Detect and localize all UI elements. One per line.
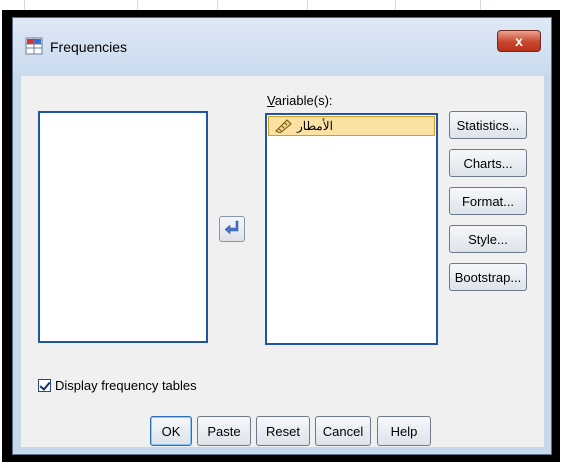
bootstrap-button-label: Bootstrap... [454, 269, 522, 285]
format-button-label: Format... [461, 193, 514, 209]
help-button[interactable]: Help [377, 416, 431, 446]
target-list-label-text: ariable(s): [274, 93, 333, 108]
ok-button-label: OK [161, 423, 181, 439]
statistics-button-label: Statistics... [456, 117, 520, 133]
paste-button-label: Paste [207, 423, 241, 439]
variable-name: الأمطار [297, 119, 333, 133]
frequencies-dialog: Frequencies x Variable(s): الأمطار Stati… [12, 17, 552, 455]
format-button[interactable]: Format... [449, 187, 527, 215]
target-variable-list[interactable]: الأمطار [265, 113, 438, 345]
style-button-label: Style... [468, 231, 508, 247]
frequencies-app-icon [25, 37, 43, 55]
list-item[interactable]: الأمطار [268, 116, 435, 136]
close-button[interactable]: x [497, 30, 541, 52]
style-button[interactable]: Style... [449, 225, 527, 253]
cancel-button-label: Cancel [322, 423, 364, 439]
cancel-button[interactable]: Cancel [315, 416, 371, 446]
close-icon: x [515, 33, 523, 49]
bootstrap-button[interactable]: Bootstrap... [449, 263, 527, 291]
title-bar[interactable]: Frequencies x [13, 18, 551, 76]
paste-button[interactable]: Paste [197, 416, 251, 446]
display-frequency-tables-option[interactable]: Display frequency tables [38, 378, 197, 393]
dialog-body: Variable(s): الأمطار Statistics... Chart… [21, 76, 544, 447]
target-list-label: Variable(s): [267, 93, 333, 108]
reset-button-label: Reset [266, 423, 300, 439]
statistics-button[interactable]: Statistics... [449, 111, 527, 139]
ok-button[interactable]: OK [150, 416, 192, 446]
charts-button[interactable]: Charts... [449, 149, 527, 177]
display-frequency-tables-checkbox[interactable] [38, 379, 51, 392]
source-variable-list[interactable] [38, 111, 208, 343]
charts-button-label: Charts... [463, 155, 513, 171]
move-arrow-icon [224, 219, 240, 240]
display-frequency-tables-label: Display frequency tables [55, 378, 197, 393]
move-variable-button[interactable] [219, 216, 245, 242]
ruler-scale-icon [275, 119, 293, 134]
reset-button[interactable]: Reset [256, 416, 310, 446]
help-button-label: Help [390, 423, 418, 439]
dialog-title: Frequencies [50, 39, 128, 55]
